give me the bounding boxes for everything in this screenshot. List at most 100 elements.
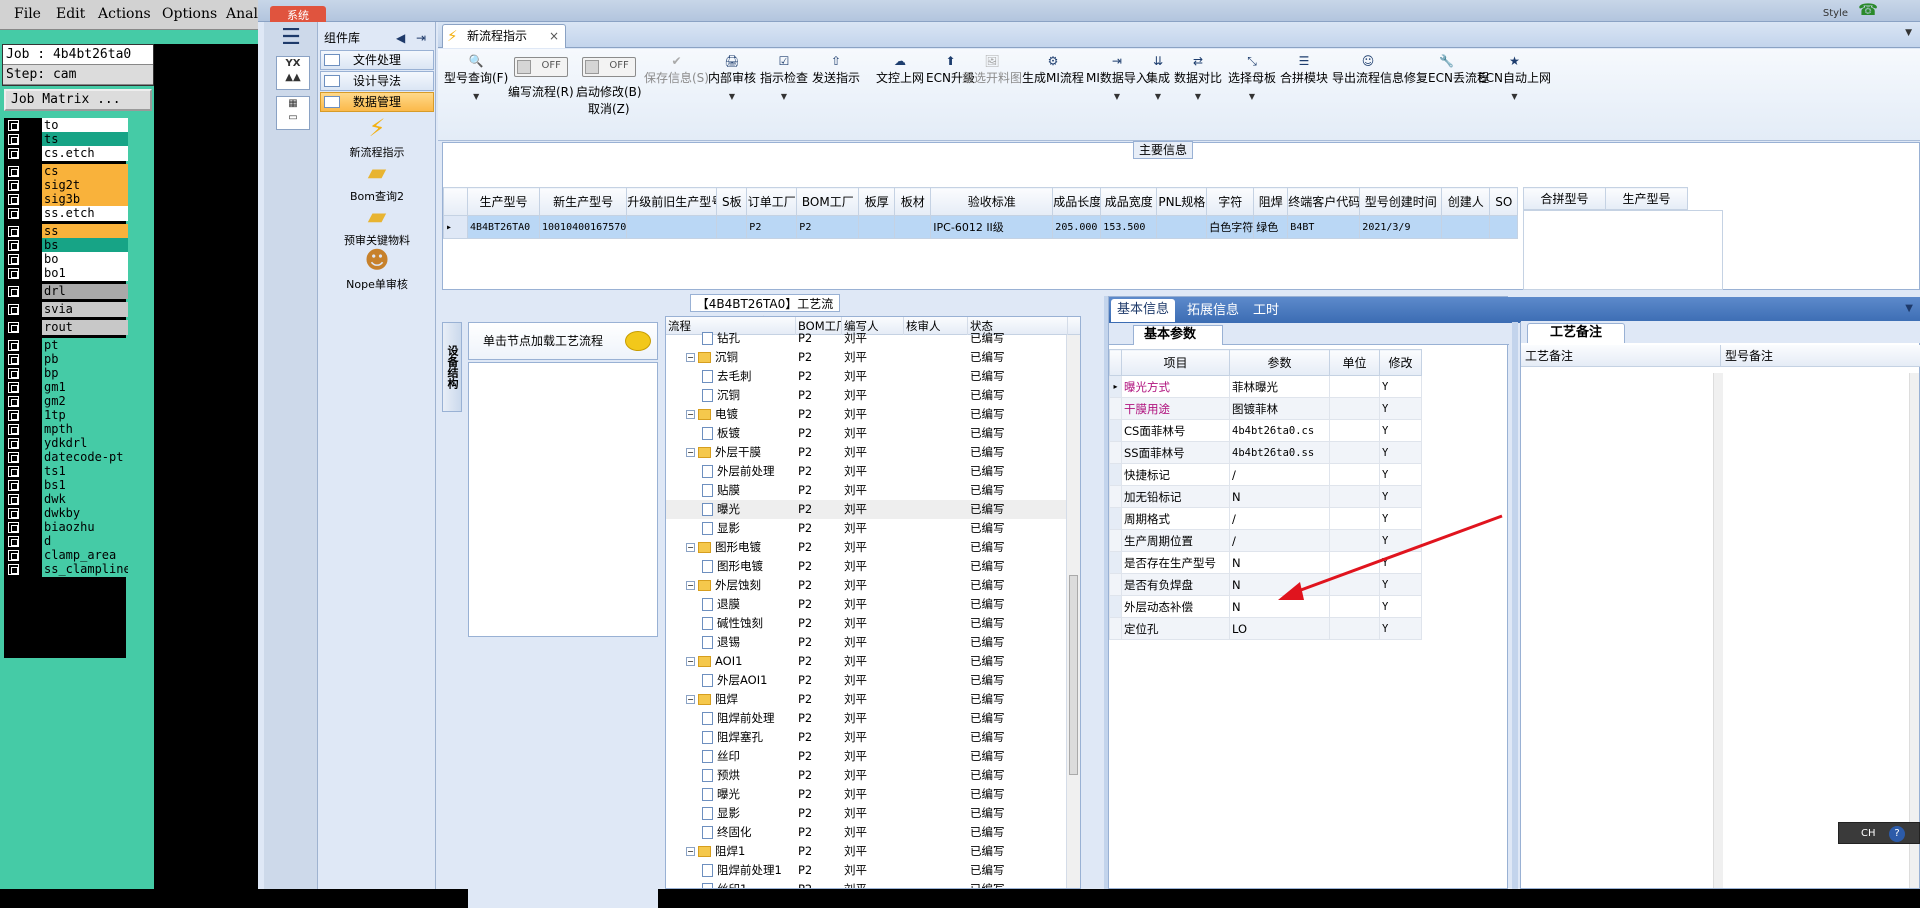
layer-checkbox[interactable]	[8, 354, 19, 365]
param-modifiable[interactable]: Y	[1379, 397, 1422, 420]
layer-checkbox[interactable]	[8, 522, 19, 533]
scrollbar-thumb[interactable]	[1069, 575, 1078, 775]
tree-node[interactable]: 外层AOI1	[702, 671, 767, 690]
layer-row[interactable]: drl	[6, 284, 128, 299]
param-unit[interactable]	[1329, 507, 1380, 530]
tree-node[interactable]: 沉铜	[702, 386, 740, 405]
param-value[interactable]: N	[1229, 573, 1330, 596]
layer-name[interactable]: d	[42, 534, 128, 549]
param-unit[interactable]	[1329, 397, 1380, 420]
layer-checkbox[interactable]	[8, 254, 19, 265]
toolbar-button[interactable]: ☰ 合拼模块	[1280, 53, 1328, 86]
table-row[interactable]: 快捷标记 / Y	[1109, 463, 1422, 486]
toggle-knob[interactable]	[516, 60, 531, 74]
param-modifiable[interactable]: Y	[1379, 573, 1422, 596]
table-cell[interactable]: B4BT	[1287, 215, 1361, 239]
splitter[interactable]	[1512, 322, 1518, 889]
vertical-scrollbar[interactable]	[1066, 335, 1080, 888]
table-row[interactable]: SS面菲林号 4b4bt26ta0.ss Y	[1109, 441, 1422, 464]
tree-node[interactable]: − 电镀	[686, 405, 738, 424]
tree-node[interactable]: 丝印1	[702, 880, 747, 888]
tree-row[interactable]: − AOI1 P2 刘平 已编写	[666, 652, 1066, 671]
column-header[interactable]: 成品长度	[1052, 187, 1102, 216]
param-modifiable[interactable]: Y	[1379, 441, 1422, 464]
layer-name[interactable]: rout	[42, 320, 128, 335]
layer-checkbox[interactable]	[8, 424, 19, 435]
param-unit[interactable]	[1329, 617, 1380, 640]
layer-name[interactable]: ss	[42, 224, 128, 239]
layer-row[interactable]: bp	[6, 366, 128, 381]
layer-row[interactable]: rout	[6, 320, 128, 335]
expand-toggle-icon[interactable]: −	[686, 448, 695, 457]
column-header[interactable]: 新生产型号	[538, 187, 628, 216]
layer-row[interactable]: gm1	[6, 380, 128, 395]
tree-row[interactable]: 阻焊前处理 P2 刘平 已编写	[666, 709, 1066, 728]
layer-row[interactable]: dwk	[6, 492, 128, 507]
vertical-scrollbar[interactable]	[1713, 373, 1723, 888]
column-header[interactable]: 合拼型号	[1523, 187, 1606, 210]
param-unit[interactable]	[1329, 573, 1380, 596]
category-file-processing[interactable]: 文件处理	[320, 50, 434, 70]
toolbar-button[interactable]: ⇊ 集成 ▼	[1146, 53, 1170, 101]
column-header[interactable]: 字符	[1206, 187, 1255, 216]
layer-row[interactable]: gm2	[6, 394, 128, 409]
table-cell[interactable]	[894, 215, 932, 239]
layer-name[interactable]: bp	[42, 366, 128, 381]
table-row[interactable]: 干膜用途 图镀菲林 Y	[1109, 397, 1422, 420]
layer-checkbox[interactable]	[8, 148, 19, 159]
tree-row[interactable]: 丝印 P2 刘平 已编写	[666, 747, 1066, 766]
layer-checkbox[interactable]	[8, 410, 19, 421]
item-bom-query[interactable]: ▰ Bom查询2	[318, 158, 436, 204]
tree-node[interactable]: − 阻焊1	[686, 842, 745, 861]
toolbar-button[interactable]: OFF 启动修改(B) 取消(Z)	[576, 53, 642, 117]
layer-row[interactable]: ydkdrl	[6, 436, 128, 451]
layer-name[interactable]: mpth	[42, 422, 128, 437]
hamburger-menu-icon[interactable]: ☰	[276, 26, 306, 52]
tree-node[interactable]: 退锡	[702, 633, 740, 652]
layer-row[interactable]: datecode-pt	[6, 450, 128, 465]
tab-extended-info[interactable]: 拓展信息	[1181, 300, 1245, 323]
column-header[interactable]: 板材	[894, 187, 932, 216]
layer-name[interactable]: gm2	[42, 394, 128, 409]
param-unit[interactable]	[1329, 529, 1380, 552]
table-cell[interactable]: 绿色	[1253, 215, 1289, 239]
param-unit[interactable]	[1329, 463, 1380, 486]
table-cell[interactable]	[1441, 215, 1491, 239]
tree-row[interactable]: − 外层蚀刻 P2 刘平 已编写	[666, 576, 1066, 595]
tab-basic-info[interactable]: 基本信息	[1111, 299, 1176, 322]
table-row[interactable]: 是否存在生产型号 N Y	[1109, 551, 1422, 574]
layer-row[interactable]: ss.etch	[6, 206, 128, 221]
tree-row[interactable]: 退锡 P2 刘平 已编写	[666, 633, 1066, 652]
layer-row[interactable]: to	[6, 118, 128, 133]
layer-name[interactable]: cs	[42, 164, 128, 179]
layer-checkbox[interactable]	[8, 508, 19, 519]
tree-node[interactable]: 去毛刺	[702, 367, 752, 386]
tree-row[interactable]: 阻焊塞孔 P2 刘平 已编写	[666, 728, 1066, 747]
param-unit[interactable]	[1329, 485, 1380, 508]
tree-row[interactable]: 图形电镀 P2 刘平 已编写	[666, 557, 1066, 576]
column-header[interactable]: 板厚	[858, 187, 896, 216]
tree-row[interactable]: 板镀 P2 刘平 已编写	[666, 424, 1066, 443]
table-row[interactable]: 外层动态补偿 N Y	[1109, 595, 1422, 618]
layer-row[interactable]: dwkby	[6, 506, 128, 521]
ime-language[interactable]: CH	[1861, 828, 1876, 839]
layer-name[interactable]: ts	[42, 132, 128, 147]
tree-row[interactable]: 预烘 P2 刘平 已编写	[666, 766, 1066, 785]
tree-row[interactable]: − 沉铜 P2 刘平 已编写	[666, 348, 1066, 367]
column-header[interactable]: PNL规格	[1156, 187, 1208, 216]
layer-row[interactable]: sig2t	[6, 178, 128, 193]
expand-toggle-icon[interactable]: −	[686, 410, 695, 419]
column-header[interactable]: 参数	[1229, 349, 1330, 376]
column-model-notes[interactable]: 型号备注	[1721, 345, 1920, 367]
layer-row[interactable]: ss_clampline	[6, 562, 128, 577]
layer-name[interactable]: bs	[42, 238, 128, 253]
layer-checkbox[interactable]	[8, 368, 19, 379]
layer-row[interactable]: bo1	[6, 266, 128, 281]
chevron-down-icon[interactable]: ▼	[444, 92, 508, 101]
layer-checkbox[interactable]	[8, 134, 19, 145]
column-header[interactable]: 阻焊	[1253, 187, 1289, 216]
layer-checkbox[interactable]	[8, 564, 19, 575]
layer-row[interactable]: ts	[6, 132, 128, 147]
toolbar-button[interactable]: ⤡ 选择母板 ▼	[1228, 53, 1276, 101]
toolbar-button[interactable]: ☑ 指示检查 ▼	[760, 53, 808, 101]
